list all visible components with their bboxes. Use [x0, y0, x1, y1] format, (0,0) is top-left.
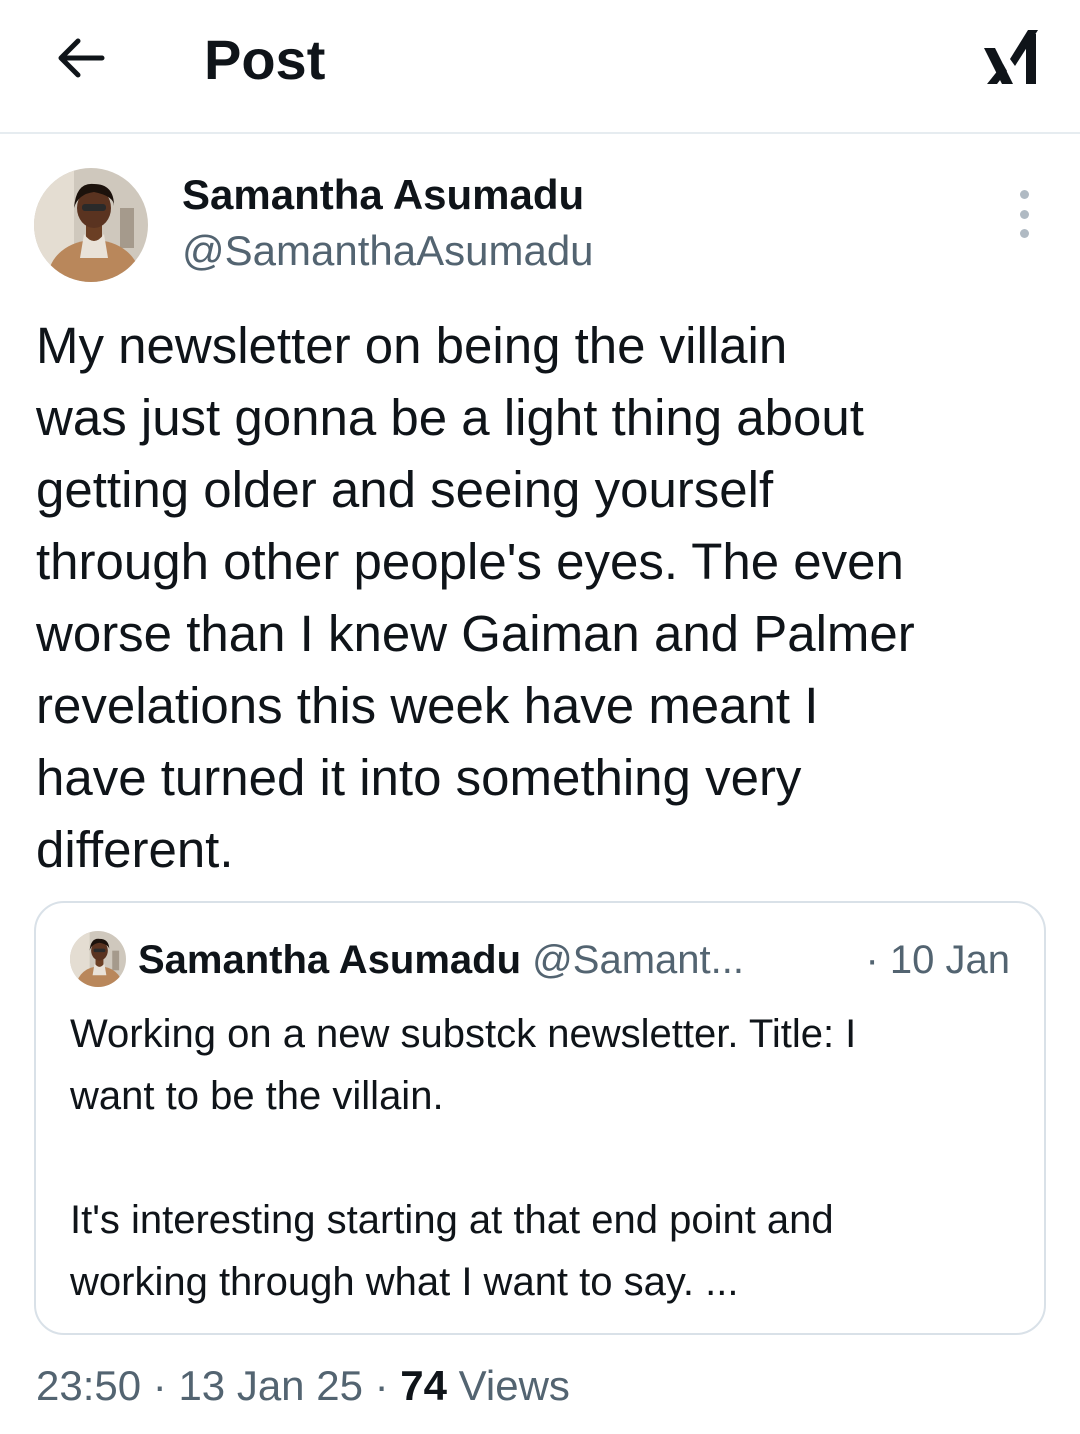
- post-text: My newsletter on being the villain was j…: [36, 317, 915, 878]
- author-name[interactable]: Samantha Asumadu: [182, 170, 584, 220]
- quoted-post[interactable]: Samantha Asumadu @Samant... · 10 Jan Wor…: [34, 901, 1046, 1335]
- more-options-button[interactable]: [1006, 190, 1042, 238]
- views-count[interactable]: 74: [400, 1362, 447, 1409]
- views-label[interactable]: Views: [459, 1362, 570, 1409]
- top-bar: Post: [0, 0, 1080, 134]
- quoted-author-avatar: [70, 931, 126, 987]
- author-avatar[interactable]: [34, 168, 148, 282]
- arrow-left-icon: [58, 38, 105, 78]
- meta-separator: ·: [362, 1362, 401, 1409]
- more-dots-icon: [1019, 190, 1029, 199]
- quoted-author-name: Samantha Asumadu: [138, 938, 522, 982]
- meta-separator: ·: [141, 1362, 179, 1409]
- quoted-post-text: Working on a new substck newsletter. Tit…: [70, 1012, 857, 1304]
- x-logo-icon[interactable]: [982, 26, 1040, 88]
- post-time: 23:50: [36, 1362, 142, 1409]
- author-handle[interactable]: @SamanthaAsumadu: [182, 226, 594, 276]
- back-button[interactable]: [52, 30, 108, 86]
- post-meta: 23:50 · 13 Jan 25 · 74 Views: [36, 1358, 570, 1414]
- post-date: 13 Jan 25: [178, 1362, 363, 1409]
- quoted-post-date: · 10 Jan: [865, 938, 1010, 982]
- quoted-author-handle: @Samant...: [532, 938, 744, 982]
- page-title: Post: [204, 28, 326, 91]
- quoted-author-line: Samantha Asumadu @Samant...: [138, 933, 744, 987]
